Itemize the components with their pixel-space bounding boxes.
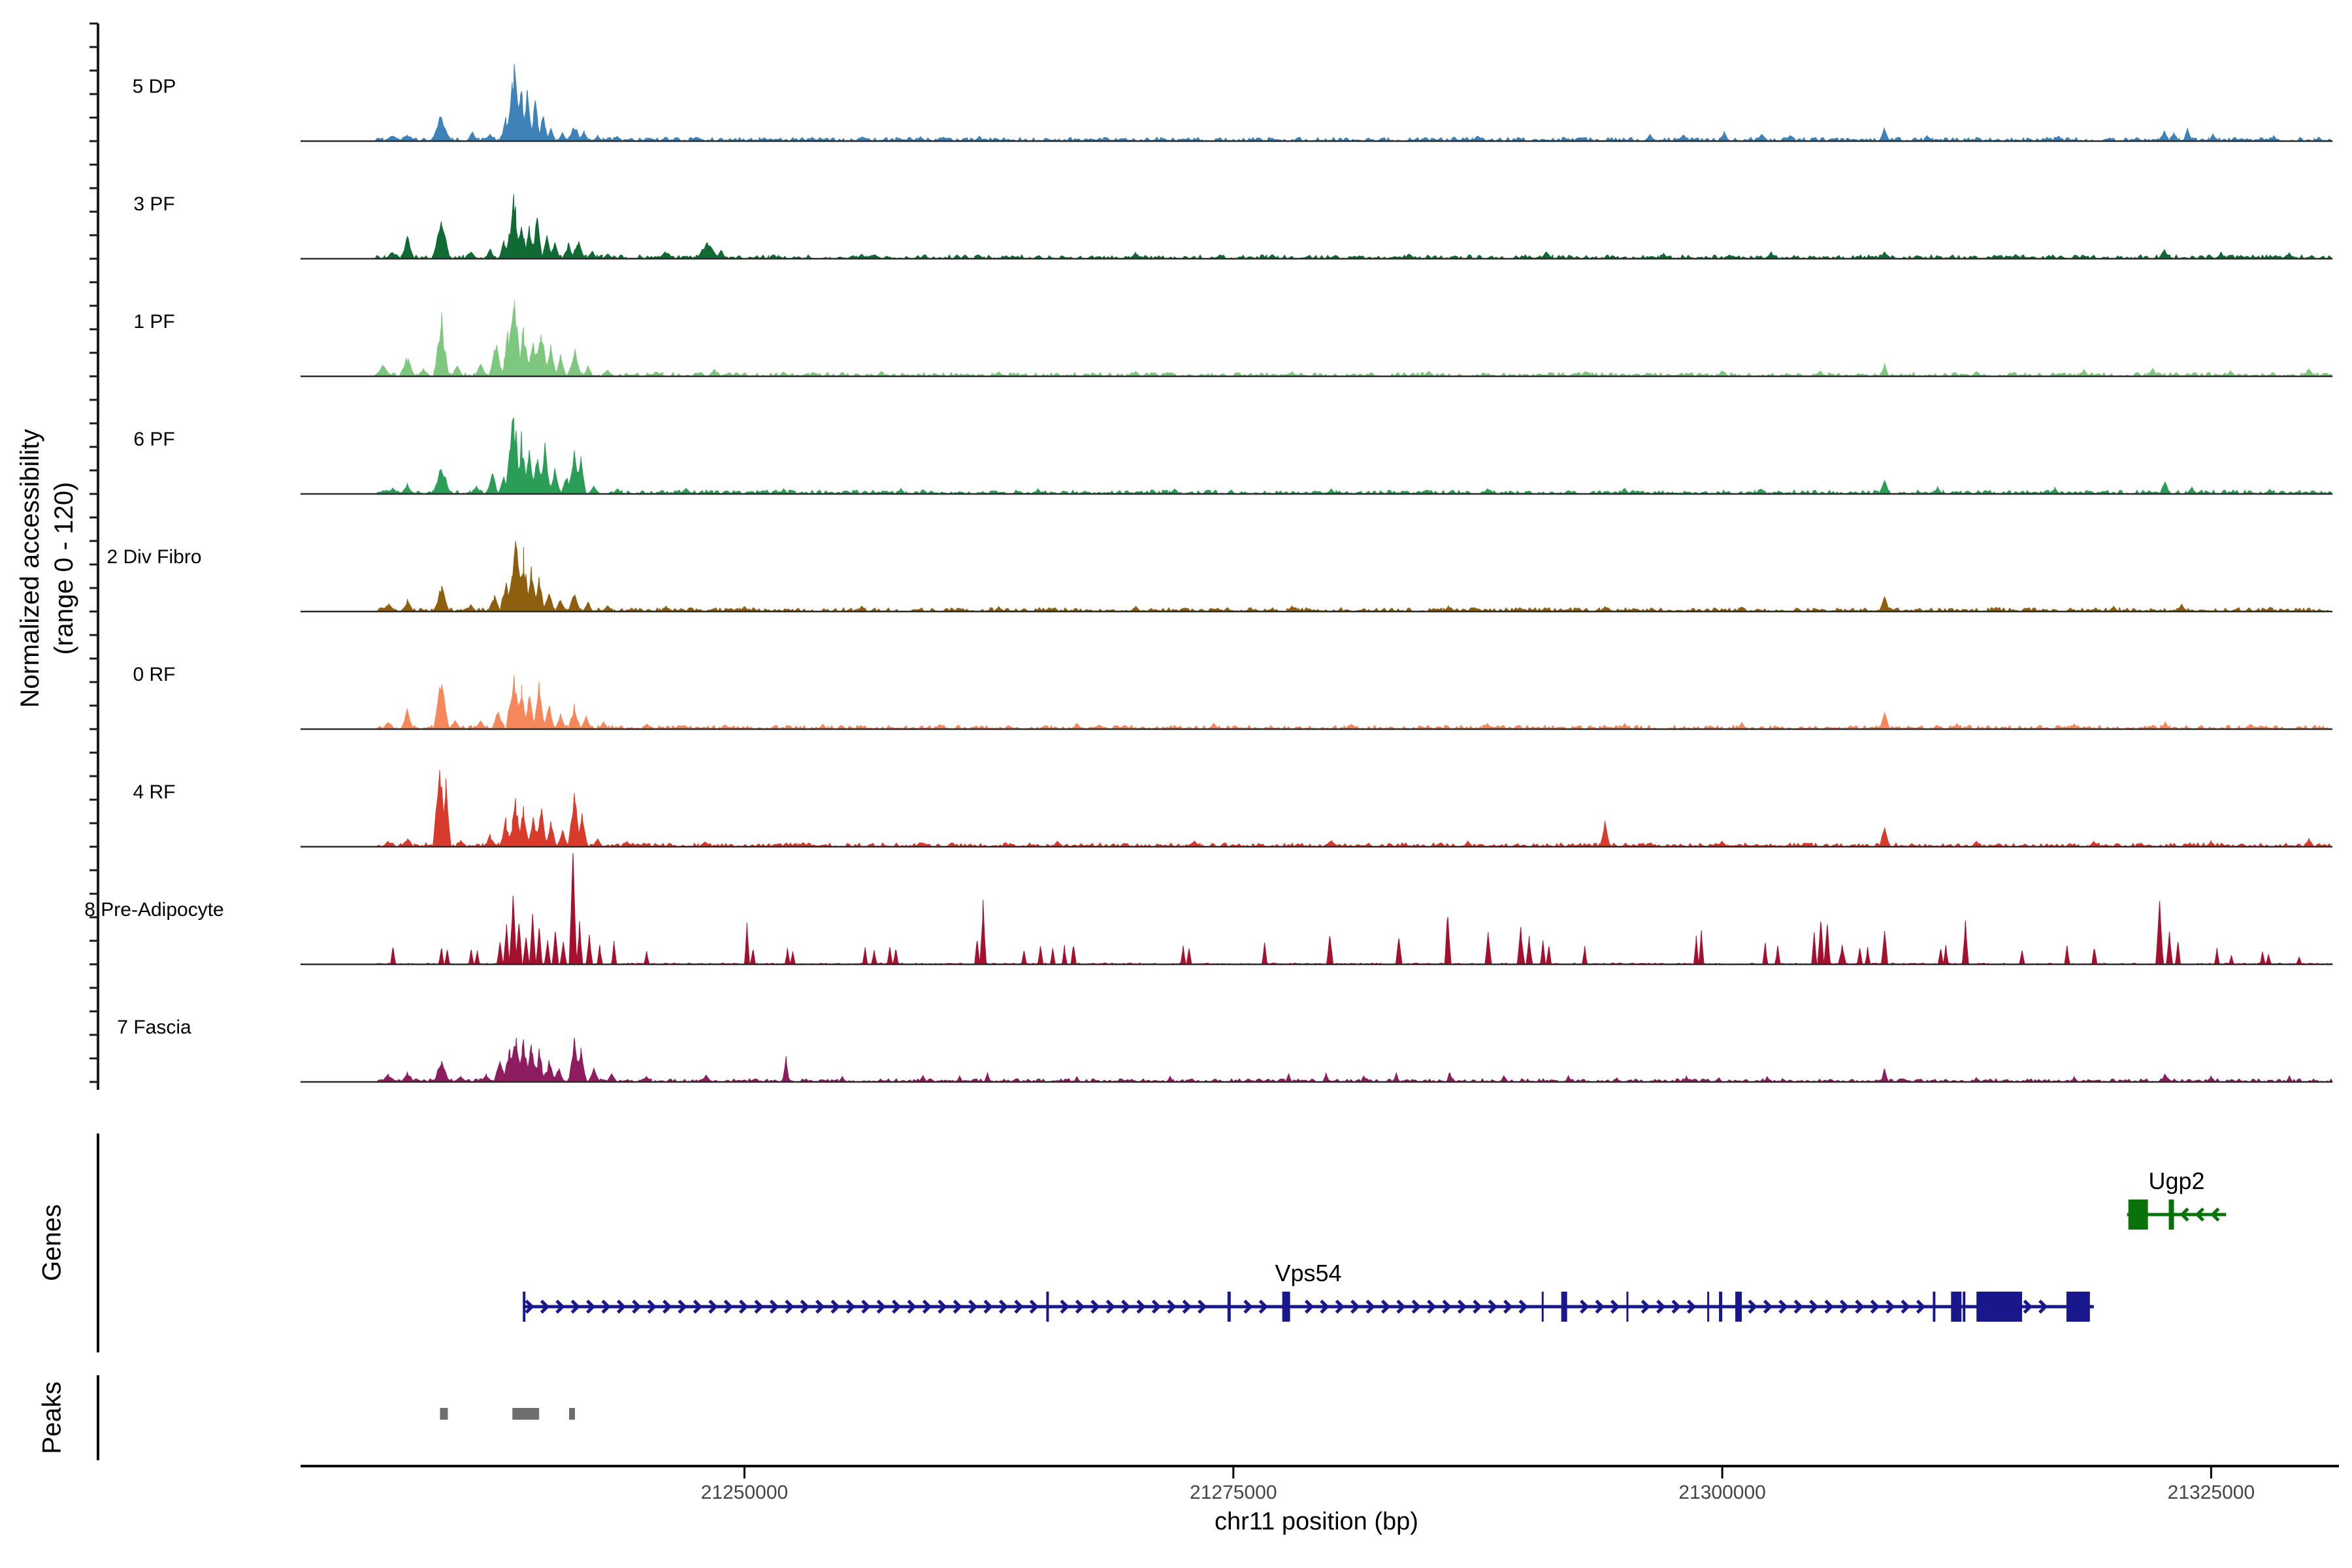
gene-label-ugp2: Ugp2 xyxy=(2148,1168,2205,1194)
coverage-track-area-8-pre-adipocyte xyxy=(301,853,2334,966)
track-label-5-dp: 5 DP xyxy=(132,76,176,97)
gene-exon-ugp2 xyxy=(2168,1200,2174,1230)
gene-exon-vps54 xyxy=(1951,1292,1962,1322)
track-label-1-pf: 1 PF xyxy=(133,311,175,333)
coverage-track-area-1-pf xyxy=(301,300,2333,378)
coverage-track-area-6-pf xyxy=(301,417,2333,495)
gene-exon-vps54 xyxy=(1963,1292,1966,1322)
peak-region-box xyxy=(512,1408,540,1420)
track-label-2-div-fibro: 2 Div Fibro xyxy=(106,546,202,568)
x-axis-title: chr11 position (bp) xyxy=(1215,1508,1418,1535)
track-label-8-pre-adipocyte: 8 Pre-Adipocyte xyxy=(84,899,224,921)
coverage-track-area-2-div-fibro xyxy=(301,541,2333,613)
gene-exon-vps54 xyxy=(1282,1292,1290,1322)
gene-exon-vps54 xyxy=(1933,1292,1936,1322)
gene-exon-vps54 xyxy=(2066,1292,2090,1322)
peak-region-box xyxy=(569,1408,576,1420)
gene-exon-vps54 xyxy=(1561,1292,1567,1322)
peak-region-box xyxy=(440,1408,448,1420)
gene-label-vps54: Vps54 xyxy=(1275,1260,1342,1286)
track-label-6-pf: 6 PF xyxy=(133,429,175,450)
track-label-4-rf: 4 RF xyxy=(133,781,176,803)
x-tick-label-21250000: 21250000 xyxy=(700,1482,789,1503)
gene-exon-vps54 xyxy=(1707,1292,1710,1322)
x-tick-label-21275000: 21275000 xyxy=(1190,1482,1277,1503)
y-axis-title-line2: (range 0 - 120) xyxy=(50,482,78,655)
gene-exon-vps54 xyxy=(1976,1292,2023,1322)
track-label-3-pf: 3 PF xyxy=(133,193,175,215)
gene-exon-vps54 xyxy=(1626,1292,1629,1322)
gene-exon-vps54 xyxy=(1227,1292,1231,1322)
coverage-track-area-3-pf xyxy=(301,194,2334,260)
gene-exon-vps54 xyxy=(1046,1292,1049,1322)
gene-exon-vps54 xyxy=(1719,1292,1723,1322)
x-tick-label-21300000: 21300000 xyxy=(1678,1482,1766,1503)
coverage-track-area-5-dp xyxy=(301,64,2334,142)
track-label-0-rf: 0 RF xyxy=(133,664,176,685)
genes-section-label: Genes xyxy=(37,1204,67,1281)
y-axis-title: Normalized accessibility (range 0 - 120) xyxy=(13,429,81,708)
coverage-track-area-0-rf xyxy=(301,675,2333,730)
gene-exon-vps54 xyxy=(523,1292,526,1322)
y-axis-title-line1: Normalized accessibility xyxy=(16,429,44,708)
gene-exon-vps54 xyxy=(1735,1292,1742,1322)
gene-exon-ugp2 xyxy=(2128,1200,2148,1230)
coverage-plot-canvas xyxy=(90,22,2339,1478)
track-label-7-fascia: 7 Fascia xyxy=(117,1017,191,1038)
coverage-track-area-7-fascia xyxy=(301,1037,2333,1083)
gene-exon-vps54 xyxy=(1541,1292,1544,1322)
coverage-track-area-4-rf xyxy=(301,770,2333,848)
x-tick-label-21325000: 21325000 xyxy=(2167,1482,2255,1503)
peaks-section-label: Peaks xyxy=(37,1381,67,1454)
